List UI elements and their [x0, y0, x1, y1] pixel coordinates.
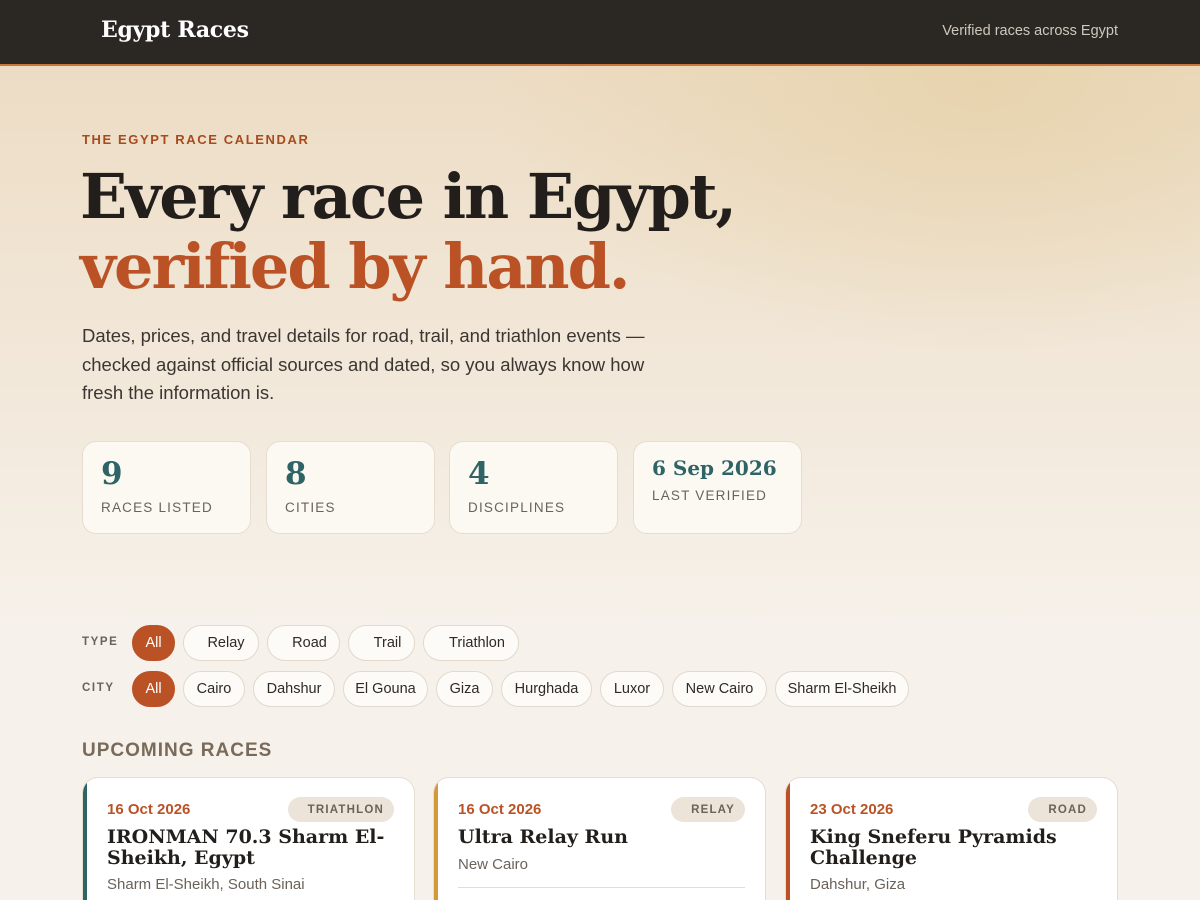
type-chip-relay[interactable]: Relay — [183, 625, 259, 661]
hero-eyebrow: THE EGYPT RACE CALENDAR — [82, 132, 310, 147]
card-divider — [458, 887, 745, 888]
type-filter-label: TYPE — [82, 636, 119, 648]
stat-card-cities: 8 CITIES — [266, 441, 435, 534]
stat-value: 8 — [285, 456, 307, 492]
top-bar: Egypt Races Verified races across Egypt — [0, 0, 1200, 66]
stat-value: 9 — [101, 456, 123, 492]
race-title[interactable]: King Sneferu Pyramids Challenge — [810, 827, 1100, 869]
type-chip-all[interactable]: All — [132, 625, 175, 661]
card-accent-stripe — [434, 778, 438, 900]
city-chip-hurghada[interactable]: Hurghada — [501, 671, 592, 707]
stat-value: 6 Sep 2026 — [652, 456, 777, 480]
type-chip-triathlon[interactable]: Triathlon — [423, 625, 519, 661]
stat-label: LAST VERIFIED — [652, 488, 768, 503]
hero-headline-line1: Every race in Egypt, — [80, 160, 737, 233]
stat-card-races: 9 RACES LISTED — [82, 441, 251, 534]
city-chip-cairo[interactable]: Cairo — [183, 671, 245, 707]
race-location: Sharm El-Sheikh, South Sinai — [107, 876, 305, 893]
city-chip-luxor[interactable]: Luxor — [600, 671, 664, 707]
city-filter-label: CITY — [82, 682, 115, 694]
race-location: New Cairo — [458, 856, 529, 873]
city-chip-new-cairo[interactable]: New Cairo — [672, 671, 767, 707]
city-chip-giza[interactable]: Giza — [436, 671, 493, 707]
race-type-badge: ROAD — [1028, 797, 1097, 822]
city-chip-all[interactable]: All — [132, 671, 175, 707]
type-chip-road[interactable]: Road — [267, 625, 340, 661]
brand-logo[interactable]: Egypt Races — [101, 17, 249, 43]
type-chip-trail[interactable]: Trail — [348, 625, 415, 661]
upcoming-races-heading: UPCOMING RACES — [82, 740, 273, 761]
hero-description: Dates, prices, and travel details for ro… — [82, 325, 645, 403]
stat-value: 4 — [468, 456, 490, 492]
card-accent-stripe — [83, 778, 87, 900]
race-date: 23 Oct 2026 — [810, 801, 894, 818]
stat-card-disciplines: 4 DISCIPLINES — [449, 441, 618, 534]
hero-headline-line2: verified by hand. — [80, 230, 631, 303]
race-location: Dahshur, Giza — [810, 876, 906, 893]
header-tagline: Verified races across Egypt — [942, 23, 1118, 39]
stat-label: CITIES — [285, 500, 336, 515]
stat-card-last-verified: 6 Sep 2026 LAST VERIFIED — [633, 441, 802, 534]
hero-headline: Every race in Egypt, verified by hand. — [80, 160, 737, 303]
race-title[interactable]: IRONMAN 70.3 Sharm El-Sheikh, Egypt — [107, 827, 397, 869]
stat-label: DISCIPLINES — [468, 500, 566, 515]
race-date: 16 Oct 2026 — [458, 801, 542, 818]
race-card[interactable]: 16 Oct 2026 RELAY Ultra Relay Run New Ca… — [433, 777, 766, 900]
city-chip-el-gouna[interactable]: El Gouna — [343, 671, 428, 707]
race-date: 16 Oct 2026 — [107, 801, 191, 818]
stat-label: RACES LISTED — [101, 500, 213, 515]
race-title[interactable]: Ultra Relay Run — [458, 827, 748, 848]
race-type-badge: TRIATHLON — [287, 797, 394, 822]
race-type-badge: RELAY — [671, 797, 745, 822]
city-chip-sharm-el-sheikh[interactable]: Sharm El-Sheikh — [775, 671, 909, 707]
race-card[interactable]: 23 Oct 2026 ROAD King Sneferu Pyramids C… — [785, 777, 1118, 900]
race-card[interactable]: 16 Oct 2026 TRIATHLON IRONMAN 70.3 Sharm… — [82, 777, 415, 900]
card-accent-stripe — [786, 778, 790, 900]
city-chip-dahshur[interactable]: Dahshur — [253, 671, 335, 707]
